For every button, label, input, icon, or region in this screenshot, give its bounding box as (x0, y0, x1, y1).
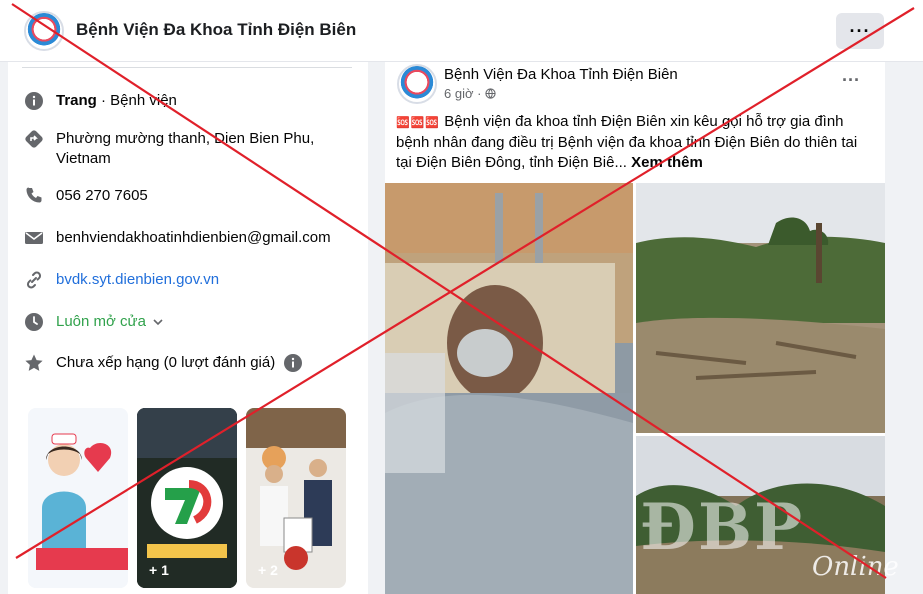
email-row: benhviendakhoatinhdienbien@gmail.com (24, 228, 331, 248)
page-avatar[interactable] (24, 11, 64, 51)
category-label: Trang (56, 92, 97, 109)
sos-emoji: 🆘🆘🆘 (396, 117, 441, 129)
more-options-button[interactable]: ··· (836, 13, 884, 49)
directions-icon (25, 130, 43, 148)
watermark-subtitle: Online (812, 552, 899, 582)
post-body: Bệnh viện đa khoa tỉnh Điện Biên xin kêu… (396, 113, 858, 171)
address-text: Phường mường thanh, Dien Bien Phu, Vietn… (56, 130, 315, 167)
rating-text: Chưa xếp hạng (0 lượt đánh giá) (56, 354, 276, 371)
post-timestamp[interactable]: 6 giờ · (444, 86, 496, 101)
address-row: Phường mường thanh, Dien Bien Phu, Vietn… (24, 129, 324, 169)
website-link[interactable]: bvdk.syt.dienbien.gov.vn (56, 270, 219, 290)
clock-icon (25, 313, 43, 331)
hospital-logo-graphic (137, 408, 237, 588)
more-photos-count: + 1 (149, 562, 169, 578)
email-text[interactable]: benhviendakhoatinhdienbien@gmail.com (56, 228, 331, 248)
more-photos-count: + 2 (258, 562, 278, 578)
see-more-link[interactable]: Xem thêm (631, 154, 703, 171)
hours-text[interactable]: Luôn mở cửa (56, 312, 146, 332)
featured-photo[interactable]: + 1 (137, 408, 237, 588)
email-icon (25, 232, 43, 244)
patient-photo (385, 183, 633, 594)
hours-row[interactable]: Luôn mở cửa (24, 312, 164, 332)
category-row: Trang · Bệnh viện (24, 91, 177, 111)
featured-photo[interactable] (28, 408, 128, 588)
rating-info-icon[interactable] (283, 353, 303, 373)
phone-text[interactable]: 056 270 7605 (56, 186, 148, 206)
post-author-avatar[interactable] (397, 64, 437, 104)
post-more-options-button[interactable]: ··· (842, 70, 860, 91)
landslide-photo (636, 183, 885, 433)
info-icon (25, 92, 43, 110)
post-time-text: 6 giờ · (444, 86, 486, 101)
divider (22, 67, 352, 68)
post-text: 🆘🆘🆘 Bệnh viện đa khoa tỉnh Điện Biên xin… (396, 112, 866, 173)
ceremony-photo (246, 408, 346, 588)
star-icon (25, 354, 43, 371)
globe-icon (485, 88, 496, 99)
rating-row: Chưa xếp hạng (0 lượt đánh giá) (24, 353, 303, 373)
website-row: bvdk.syt.dienbien.gov.vn (24, 270, 219, 290)
post-photo-patient[interactable] (385, 183, 633, 594)
post-author-name[interactable]: Bệnh Viện Đa Khoa Tỉnh Điện Biên (444, 66, 678, 83)
phone-icon (26, 187, 42, 203)
post-photo-landslide[interactable] (636, 183, 885, 433)
page-title[interactable]: Bệnh Viện Đa Khoa Tỉnh Điện Biên (76, 20, 356, 40)
link-icon (26, 271, 42, 289)
category-value: · Bệnh viện (96, 92, 177, 109)
page-header: Bệnh Viện Đa Khoa Tỉnh Điện Biên ··· (0, 0, 923, 62)
chevron-down-icon[interactable] (152, 312, 164, 332)
watermark-logo: ĐBP (640, 490, 805, 565)
featured-photo[interactable]: + 2 (246, 408, 346, 588)
phone-row: 056 270 7605 (24, 186, 148, 206)
nurse-illustration (28, 408, 128, 588)
